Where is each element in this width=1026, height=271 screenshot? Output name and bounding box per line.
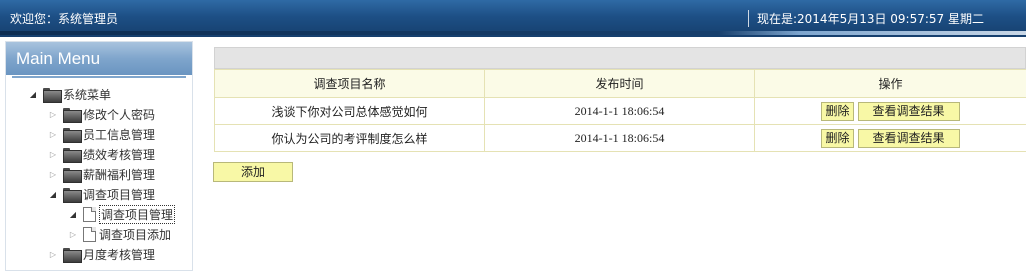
expanded-arrow-icon[interactable]: ◢ xyxy=(28,89,38,99)
top-bar-stripe xyxy=(0,31,1026,35)
tree-node-label: 员工信息管理 xyxy=(83,127,156,142)
tree-node-label: 调查项目管理 xyxy=(83,187,156,202)
sidebar-item-change-password[interactable]: ▷ 修改个人密码 xyxy=(48,105,155,123)
actions-cell: 删除 查看调查结果 xyxy=(754,124,1026,152)
column-header-actions: 操作 xyxy=(754,69,1026,98)
sidebar-subitem-survey-add[interactable]: ▷ 调查项目添加 xyxy=(68,225,171,243)
welcome-text: 欢迎您：系统管理员 xyxy=(10,12,119,26)
tree-root-system-menu[interactable]: ◢ 系统菜单 xyxy=(28,85,111,103)
sidebar-header: Main Menu xyxy=(6,42,192,78)
survey-name-cell: 浅谈下你对公司总体感觉如何 xyxy=(214,97,485,125)
tree-node-label: 调查项目添加 xyxy=(99,227,172,242)
column-header-time: 发布时间 xyxy=(484,69,755,98)
collapsed-arrow-icon[interactable]: ▷ xyxy=(48,129,58,139)
survey-table: 调查项目名称 发布时间 操作 浅谈下你对公司总体感觉如何 2014-1-1 18… xyxy=(214,69,1026,152)
publish-time-cell: 2014-1-1 18:06:54 xyxy=(484,97,755,125)
sidebar-item-monthly[interactable]: ▷ 月度考核管理 xyxy=(48,245,155,263)
publish-time-cell: 2014-1-1 18:06:54 xyxy=(484,124,755,152)
table-header-row: 调查项目名称 发布时间 操作 xyxy=(214,69,1026,98)
folder-icon xyxy=(63,167,82,183)
folder-icon xyxy=(63,127,82,143)
sidebar-item-employee-info[interactable]: ▷ 员工信息管理 xyxy=(48,125,155,143)
main-menu-title: Main Menu xyxy=(16,49,101,68)
view-results-button[interactable]: 查看调查结果 xyxy=(857,128,960,148)
tree-node-label: 薪酬福利管理 xyxy=(83,167,156,182)
add-button[interactable]: 添加 xyxy=(213,162,293,182)
table-row: 你认为公司的考评制度怎么样 2014-1-1 18:06:54 删除 查看调查结果 xyxy=(214,124,1026,152)
tree-node-label: 调查项目管理 xyxy=(99,204,176,224)
view-results-button[interactable]: 查看调查结果 xyxy=(857,101,960,121)
collapsed-arrow-icon[interactable]: ▷ xyxy=(48,109,58,119)
sidebar-header-underline xyxy=(12,76,186,78)
sidebar-item-survey[interactable]: ◢ 调查项目管理 xyxy=(48,185,155,203)
sidebar-subitem-survey-manage[interactable]: ◢ 调查项目管理 xyxy=(68,204,176,224)
current-datetime: 现在是:2014年5月13日 09:57:57 星期二 xyxy=(747,10,984,27)
survey-name-cell: 你认为公司的考评制度怎么样 xyxy=(214,124,485,152)
delete-button[interactable]: 删除 xyxy=(821,128,854,148)
table-row: 浅谈下你对公司总体感觉如何 2014-1-1 18:06:54 删除 查看调查结果 xyxy=(214,97,1026,125)
delete-button[interactable]: 删除 xyxy=(821,101,854,121)
top-bar: 欢迎您：系统管理员 现在是:2014年5月13日 09:57:57 星期二 xyxy=(0,0,1026,37)
page-icon xyxy=(83,206,96,222)
sidebar: Main Menu ◢ 系统菜单 ▷ 修改个人密码 ▷ 员工信息管理 ▷ 绩效考… xyxy=(5,41,193,271)
collapsed-arrow-icon[interactable]: ▷ xyxy=(48,149,58,159)
page-icon xyxy=(83,226,96,242)
actions-cell: 删除 查看调查结果 xyxy=(754,97,1026,125)
column-header-name: 调查项目名称 xyxy=(214,69,485,98)
sidebar-item-salary[interactable]: ▷ 薪酬福利管理 xyxy=(48,165,155,183)
collapsed-arrow-icon[interactable]: ▷ xyxy=(48,249,58,259)
tree-node-label: 月度考核管理 xyxy=(83,247,156,262)
content-header-bar xyxy=(214,47,1026,69)
tree-node-label: 绩效考核管理 xyxy=(83,147,156,162)
collapsed-arrow-icon[interactable]: ▷ xyxy=(68,229,78,239)
folder-icon xyxy=(63,187,82,203)
tree-node-label: 系统菜单 xyxy=(63,87,112,102)
folder-icon xyxy=(63,247,82,263)
expanded-arrow-icon[interactable]: ◢ xyxy=(68,209,78,219)
collapsed-arrow-icon[interactable]: ▷ xyxy=(48,169,58,179)
expanded-arrow-icon[interactable]: ◢ xyxy=(48,189,58,199)
folder-icon xyxy=(63,107,82,123)
sidebar-item-performance[interactable]: ▷ 绩效考核管理 xyxy=(48,145,155,163)
folder-icon xyxy=(43,87,62,103)
folder-icon xyxy=(63,147,82,163)
tree-node-label: 修改个人密码 xyxy=(83,107,156,122)
